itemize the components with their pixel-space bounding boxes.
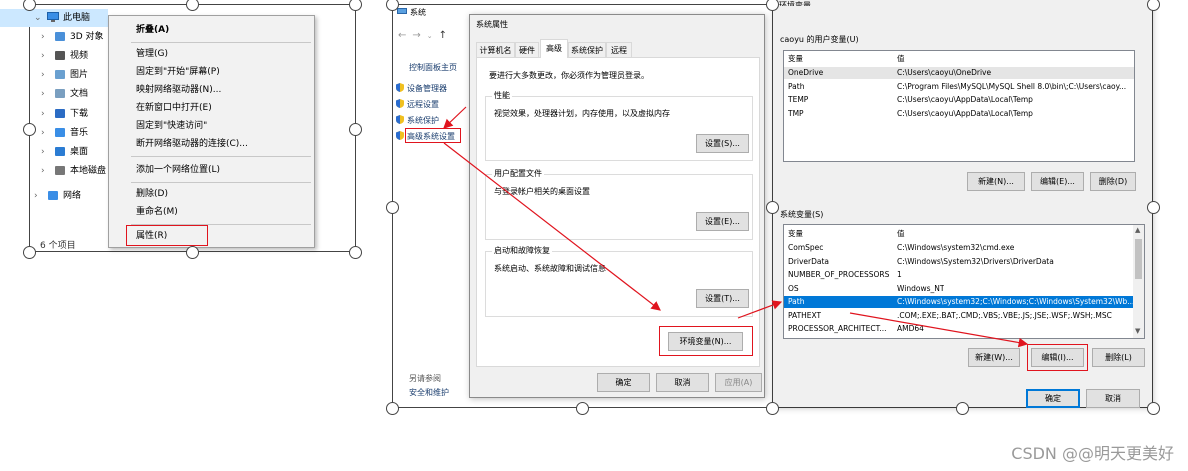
arrow-to-advanced-settings (443, 106, 467, 129)
arrow-to-env-button (443, 142, 661, 311)
arrow-to-path-row (737, 300, 783, 319)
tab-advanced[interactable]: 高级 (540, 39, 568, 58)
watermark: CSDN @@明天更美好 (1011, 444, 1174, 463)
arrow-to-edit-button (849, 312, 1029, 348)
annotation-arrows (443, 106, 1029, 348)
